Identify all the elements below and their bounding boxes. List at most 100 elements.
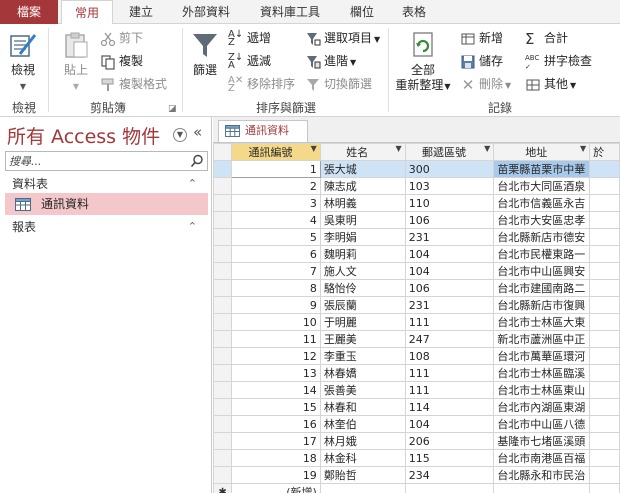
table-cell[interactable]: 李重玉	[319, 347, 406, 365]
table-cell[interactable]: 234	[404, 466, 495, 484]
row-selector[interactable]	[213, 466, 233, 484]
column-header[interactable]: 於	[589, 143, 620, 161]
table-cell[interactable]: 115	[404, 449, 495, 467]
table-row[interactable]: 2 陳志成 103 台北市大同區酒泉	[213, 177, 620, 195]
table-cell[interactable]: 111	[404, 364, 495, 382]
cut-button[interactable]: 剪下	[100, 28, 143, 48]
table-cell[interactable]	[589, 177, 620, 195]
table-cell[interactable]: 于明麗	[319, 313, 406, 331]
table-row[interactable]: 15 林春和 114 台北市內湖區東湖	[213, 398, 620, 416]
more-button[interactable]: 其他 ▼	[525, 74, 576, 94]
table-row[interactable]: 5 李明娟 231 台北縣新店市德安	[213, 228, 620, 246]
nav-group-reports[interactable]: 報表 ⌃	[0, 217, 211, 237]
tab-file[interactable]: 檔案	[0, 0, 58, 24]
column-header[interactable]: 姓名 ▼	[319, 143, 406, 161]
table-cell[interactable]	[589, 483, 620, 493]
table-cell[interactable]	[589, 466, 620, 484]
tab-create[interactable]: 建立	[117, 0, 165, 24]
table-cell[interactable]: 張善美	[319, 381, 406, 399]
table-cell[interactable]: 王麗美	[319, 330, 406, 348]
table-cell[interactable]: 台北縣新店市復興	[493, 296, 591, 314]
row-selector[interactable]	[213, 160, 233, 178]
select-all-corner[interactable]	[213, 143, 233, 161]
table-cell[interactable]: 9	[231, 296, 321, 314]
table-cell[interactable]: 台北市南港區百福	[493, 449, 591, 467]
table-cell[interactable]	[589, 415, 620, 433]
nav-menu-chevron-icon[interactable]: ▼	[173, 128, 187, 142]
table-cell[interactable]	[589, 211, 620, 229]
table-cell[interactable]: 台北市士林區臨溪	[493, 364, 591, 382]
table-row[interactable]: 9 張辰蘭 231 台北縣新店市復興	[213, 296, 620, 314]
table-cell[interactable]: 林金科	[319, 449, 406, 467]
tab-fields[interactable]: 欄位	[340, 0, 384, 24]
row-selector[interactable]	[213, 262, 233, 280]
new-record-button[interactable]: 新增	[460, 28, 503, 48]
chevron-down-icon[interactable]: ▼	[311, 145, 317, 154]
row-selector[interactable]	[213, 449, 233, 467]
paste-button[interactable]: 貼上 ▼	[56, 30, 96, 92]
table-row[interactable]: 14 張善美 111 台北市士林區東山	[213, 381, 620, 399]
table-cell[interactable]: 111	[404, 381, 495, 399]
table-cell[interactable]	[493, 483, 591, 493]
table-cell[interactable]	[589, 313, 620, 331]
table-cell[interactable]	[589, 330, 620, 348]
table-cell[interactable]: 駱怡伶	[319, 279, 406, 297]
table-cell[interactable]: 林春嬌	[319, 364, 406, 382]
table-cell[interactable]: 新北市蘆洲區中正	[493, 330, 591, 348]
tab-database-tools[interactable]: 資料庫工具	[247, 0, 333, 24]
table-row[interactable]: 19 鄭貽哲 234 台北縣永和市民治	[213, 466, 620, 484]
column-header[interactable]: 通訊編號 ▼	[231, 143, 321, 161]
table-cell[interactable]: 11	[231, 330, 321, 348]
delete-record-button[interactable]: ✕ 刪除 ▼	[460, 74, 511, 94]
table-cell[interactable]: 台北市建國南路二	[493, 279, 591, 297]
table-row[interactable]: 12 李重玉 108 台北市萬華區環河	[213, 347, 620, 365]
table-cell[interactable]	[589, 296, 620, 314]
dialog-launcher-icon[interactable]: ◪	[168, 104, 177, 114]
row-selector[interactable]	[213, 279, 233, 297]
table-row[interactable]: 1 張大城 300 苗栗縣苗栗市中華	[213, 160, 620, 178]
table-cell[interactable]: 8	[231, 279, 321, 297]
chevron-down-icon[interactable]: ▼	[396, 145, 402, 154]
row-selector[interactable]	[213, 415, 233, 433]
row-selector[interactable]	[213, 330, 233, 348]
table-cell[interactable]: 231	[404, 296, 495, 314]
table-cell[interactable]: 魏明莉	[319, 245, 406, 263]
row-selector[interactable]	[213, 347, 233, 365]
table-cell[interactable]	[589, 381, 620, 399]
table-row[interactable]: 16 林奎伯 104 台北市中山區八德	[213, 415, 620, 433]
nav-item-contact-table[interactable]: 通訊資料	[5, 193, 208, 215]
table-cell[interactable]	[589, 245, 620, 263]
table-cell[interactable]	[589, 160, 620, 178]
table-cell[interactable]: 231	[404, 228, 495, 246]
table-row[interactable]: 10 于明麗 111 台北市士林區大東	[213, 313, 620, 331]
table-cell[interactable]: 104	[404, 262, 495, 280]
new-record-marker-icon[interactable]: ✱	[213, 483, 233, 493]
table-cell[interactable]: 19	[231, 466, 321, 484]
table-cell[interactable]: 18	[231, 449, 321, 467]
search-icon[interactable]	[190, 154, 204, 168]
row-selector[interactable]	[213, 177, 233, 195]
sort-ascending-button[interactable]: A↓ Z 遞增	[228, 28, 271, 48]
row-selector[interactable]	[213, 228, 233, 246]
remove-sort-button[interactable]: A✕ Z 移除排序	[228, 74, 295, 94]
table-cell[interactable]: 206	[404, 432, 495, 450]
table-cell[interactable]: 111	[404, 313, 495, 331]
table-cell[interactable]: 台北市士林區大東	[493, 313, 591, 331]
table-cell[interactable]: 16	[231, 415, 321, 433]
sort-descending-button[interactable]: Z↓ A 遞減	[228, 51, 271, 71]
table-cell[interactable]: 103	[404, 177, 495, 195]
table-cell[interactable]: 鄭貽哲	[319, 466, 406, 484]
table-cell[interactable]: 陳志成	[319, 177, 406, 195]
row-selector[interactable]	[213, 313, 233, 331]
row-selector[interactable]	[213, 296, 233, 314]
table-cell[interactable]: 106	[404, 211, 495, 229]
table-cell[interactable]	[319, 483, 406, 493]
table-cell[interactable]: 台北縣永和市民治	[493, 466, 591, 484]
table-row[interactable]: 8 駱怡伶 106 台北市建國南路二	[213, 279, 620, 297]
table-cell[interactable]	[589, 432, 620, 450]
table-cell[interactable]: 247	[404, 330, 495, 348]
tab-table[interactable]: 表格	[392, 0, 436, 24]
copy-button[interactable]: 複製	[100, 51, 143, 71]
save-record-button[interactable]: 儲存	[460, 51, 503, 71]
table-cell[interactable]: 林明義	[319, 194, 406, 212]
